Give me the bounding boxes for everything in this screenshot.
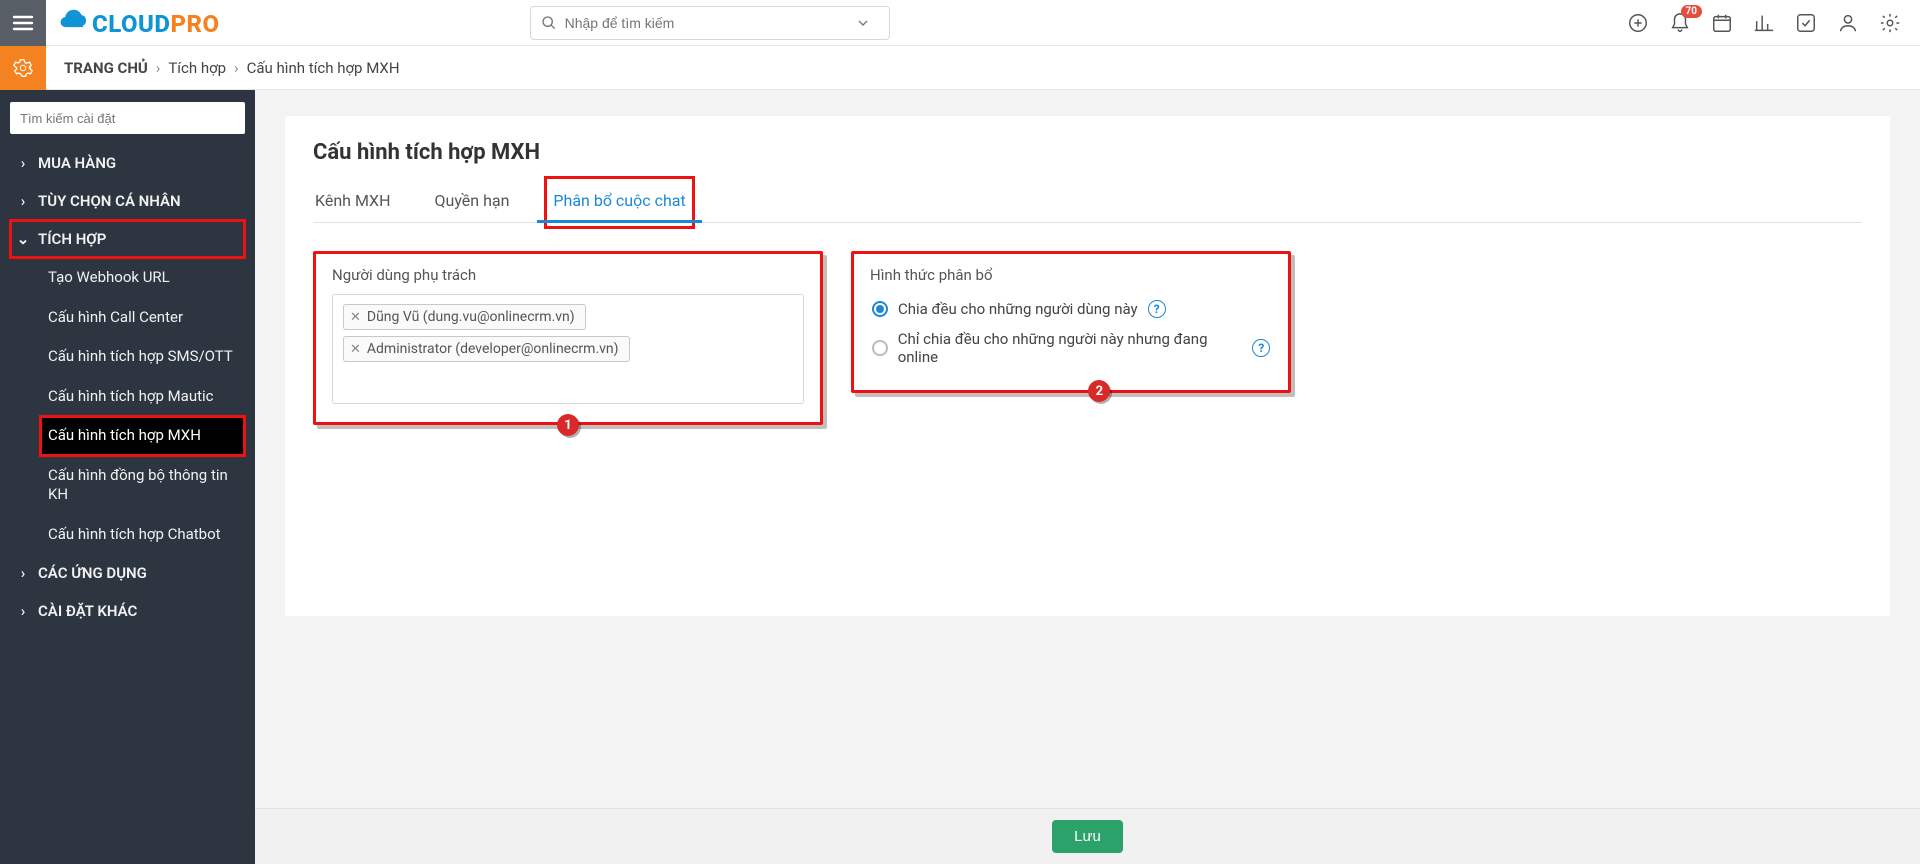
remove-tag-button[interactable]: ✕ — [350, 310, 361, 325]
content-card: Cấu hình tích hợp MXH Kênh MXH Quyền hạn… — [285, 116, 1890, 616]
sidebar-group-label: CÁC ỨNG DỤNG — [38, 564, 147, 582]
quick-add-button[interactable] — [1626, 11, 1650, 35]
notification-badge: 70 — [1681, 5, 1702, 18]
save-button[interactable]: Lưu — [1052, 820, 1123, 853]
sidebar-item-callcenter[interactable]: Cấu hình Call Center — [40, 298, 245, 338]
main-content: Cấu hình tích hợp MXH Kênh MXH Quyền hạn… — [255, 90, 1920, 864]
tab-channels[interactable]: Kênh MXH — [313, 183, 392, 222]
hamburger-icon — [11, 11, 35, 35]
help-icon[interactable]: ? — [1148, 300, 1166, 318]
breadcrumb: TRANG CHỦ › Tích hợp › Cấu hình tích hợp… — [46, 59, 400, 77]
sidebar-filter-input[interactable] — [10, 102, 245, 134]
breadcrumb-item[interactable]: Tích hợp — [168, 59, 226, 77]
chevron-right-icon: › — [18, 192, 28, 210]
user-icon — [1837, 12, 1859, 34]
chevron-down-icon[interactable] — [855, 15, 871, 31]
radio-button[interactable] — [872, 340, 888, 356]
annotation-badge-1: 1 — [557, 414, 579, 436]
logo-text-2: PRO — [170, 10, 219, 38]
cloud-icon — [56, 8, 90, 32]
chevron-right-icon: › — [18, 154, 28, 172]
radio-option-online[interactable]: Chỉ chia đều cho những người này nhưng đ… — [870, 324, 1272, 372]
tab-chat-distribution[interactable]: Phân bổ cuộc chat — [551, 183, 687, 222]
sidebar-subitems: Tạo Webhook URL Cấu hình Call Center Cấu… — [10, 258, 245, 554]
sidebar-group-integration[interactable]: ⌄ TÍCH HỢP — [10, 220, 245, 258]
sidebar-item-webhook[interactable]: Tạo Webhook URL — [40, 258, 245, 298]
radio-option-all[interactable]: Chia đều cho những người dùng này ? — [870, 294, 1272, 324]
plus-circle-icon — [1627, 12, 1649, 34]
chevron-right-icon: › — [18, 564, 28, 582]
radio-label: Chia đều cho những người dùng này — [898, 300, 1138, 318]
user-tag: ✕ Dũng Vũ (dung.vu@onlinecrm.vn) — [343, 304, 586, 330]
sidebar-item-sync-kh[interactable]: Cấu hình đồng bộ thông tin KH — [40, 456, 245, 515]
radio-label: Chỉ chia đều cho những người này nhưng đ… — [898, 330, 1243, 366]
sidebar-group-other[interactable]: › CÀI ĐẶT KHÁC — [10, 592, 245, 630]
chevron-down-icon: ⌄ — [18, 230, 28, 248]
sidebar-group-label: CÀI ĐẶT KHÁC — [38, 602, 137, 620]
breadcrumb-item: Cấu hình tích hợp MXH — [247, 59, 400, 77]
hamburger-menu-button[interactable] — [0, 0, 46, 46]
tab-bar: Kênh MXH Quyền hạn Phân bổ cuộc chat — [313, 183, 1862, 223]
footer-action-bar: Lưu — [255, 808, 1920, 864]
calendar-button[interactable] — [1710, 11, 1734, 35]
help-icon[interactable]: ? — [1252, 339, 1270, 357]
panel-title: Hình thức phân bổ — [870, 266, 1272, 284]
chevron-right-icon: › — [18, 602, 28, 620]
annotation-badge-2: 2 — [1088, 380, 1110, 402]
notifications-button[interactable]: 70 — [1668, 11, 1692, 35]
global-search[interactable] — [530, 6, 890, 40]
sidebar-item-sms[interactable]: Cấu hình tích hợp SMS/OTT — [40, 337, 245, 377]
settings-home-button[interactable] — [0, 46, 46, 90]
header-actions: 70 — [1626, 11, 1920, 35]
assigned-users-panel: Người dùng phụ trách ✕ Dũng Vũ (dung.vu@… — [313, 251, 823, 425]
sidebar-group-apps[interactable]: › CÁC ỨNG DỤNG — [10, 554, 245, 592]
top-header: CLOUDPRO 70 — [0, 0, 1920, 46]
sidebar-item-mxh[interactable]: Cấu hình tích hợp MXH — [40, 416, 245, 456]
search-input[interactable] — [565, 15, 849, 31]
chart-icon — [1753, 12, 1775, 34]
user-tag: ✕ Administrator (developer@onlinecrm.vn) — [343, 336, 630, 362]
sidebar-group-label: MUA HÀNG — [38, 154, 116, 172]
page-title: Cấu hình tích hợp MXH — [313, 140, 1862, 165]
app-logo[interactable]: CLOUDPRO — [56, 8, 220, 38]
user-tag-label: Administrator (developer@onlinecrm.vn) — [367, 341, 619, 357]
calendar-icon — [1711, 12, 1733, 34]
sidebar-group-purchases[interactable]: › MUA HÀNG — [10, 144, 245, 182]
sidebar-item-chatbot[interactable]: Cấu hình tích hợp Chatbot — [40, 515, 245, 555]
settings-sidebar: › MUA HÀNG › TÙY CHỌN CÁ NHÂN ⌄ TÍCH HỢP Tạ… — [0, 90, 255, 864]
distribution-mode-panel: Hình thức phân bổ Chia đều cho những ngư… — [851, 251, 1291, 393]
breadcrumb-home[interactable]: TRANG CHỦ — [64, 59, 148, 77]
gear-icon — [1879, 12, 1901, 34]
breadcrumb-row: TRANG CHỦ › Tích hợp › Cấu hình tích hợp… — [0, 46, 1920, 90]
settings-button[interactable] — [1878, 11, 1902, 35]
check-square-icon — [1795, 12, 1817, 34]
tasks-button[interactable] — [1794, 11, 1818, 35]
sidebar-group-label: TÙY CHỌN CÁ NHÂN — [38, 192, 181, 210]
tab-permissions[interactable]: Quyền hạn — [432, 183, 511, 222]
gear-icon — [12, 57, 34, 79]
remove-tag-button[interactable]: ✕ — [350, 342, 361, 357]
breadcrumb-separator: › — [234, 59, 239, 77]
reports-button[interactable] — [1752, 11, 1776, 35]
profile-button[interactable] — [1836, 11, 1860, 35]
user-tag-label: Dũng Vũ (dung.vu@onlinecrm.vn) — [367, 309, 575, 325]
search-icon — [541, 15, 557, 31]
logo-text-1: CLOUD — [92, 10, 170, 38]
panel-title: Người dùng phụ trách — [332, 266, 804, 284]
user-tag-input[interactable]: ✕ Dũng Vũ (dung.vu@onlinecrm.vn) ✕ Admin… — [332, 294, 804, 404]
sidebar-group-personal[interactable]: › TÙY CHỌN CÁ NHÂN — [10, 182, 245, 220]
sidebar-group-label: TÍCH HỢP — [38, 230, 106, 248]
breadcrumb-separator: › — [156, 59, 161, 77]
radio-button[interactable] — [872, 301, 888, 317]
sidebar-item-mautic[interactable]: Cấu hình tích hợp Mautic — [40, 377, 245, 417]
